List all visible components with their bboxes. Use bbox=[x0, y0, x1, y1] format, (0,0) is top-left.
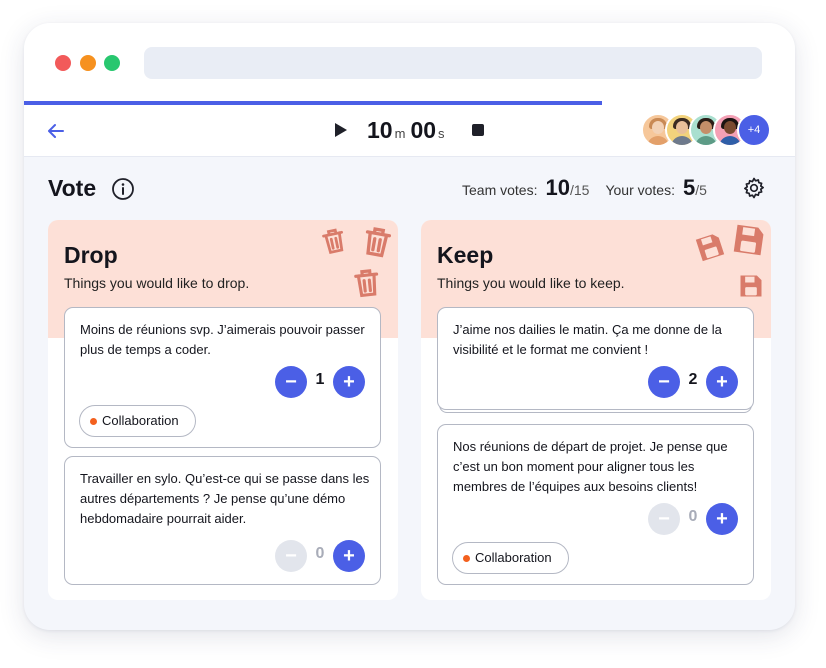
timer-seconds-unit: s bbox=[438, 126, 445, 141]
minimize-window-button[interactable] bbox=[80, 55, 96, 71]
your-votes-label: Your votes: bbox=[605, 182, 675, 198]
vote-minus-button[interactable]: − bbox=[648, 366, 680, 398]
vote-stepper: − 0 + bbox=[648, 503, 738, 535]
vote-count: 1 bbox=[315, 371, 325, 388]
vote-stepper: − 2 + bbox=[648, 366, 738, 398]
info-icon[interactable] bbox=[111, 177, 135, 201]
column-subtitle: Things you would like to keep. bbox=[437, 275, 625, 291]
timer-minutes-unit: m bbox=[394, 126, 406, 141]
card-text: J’aime nos dailies le matin. Ça me donne… bbox=[453, 322, 722, 357]
save-icon bbox=[733, 224, 764, 256]
card-text: Moins de réunions svp. J’aimerais pouvoi… bbox=[80, 322, 365, 357]
vote-plus-button[interactable]: + bbox=[333, 366, 365, 398]
trash-icon bbox=[365, 227, 392, 258]
vote-plus-button[interactable]: + bbox=[333, 540, 365, 572]
column-title: Keep bbox=[437, 242, 494, 268]
stop-icon[interactable] bbox=[472, 124, 484, 136]
minus-icon: − bbox=[285, 544, 297, 567]
save-icon bbox=[740, 275, 762, 297]
settings-icon[interactable] bbox=[742, 176, 766, 200]
vote-minus-button[interactable]: − bbox=[275, 366, 307, 398]
team-votes-total: /15 bbox=[569, 182, 590, 198]
minus-icon: − bbox=[658, 507, 670, 530]
save-icon bbox=[695, 234, 725, 262]
play-icon[interactable] bbox=[333, 121, 349, 139]
feedback-card[interactable]: J’aime nos dailies le matin. Ça me donne… bbox=[437, 307, 754, 410]
plus-icon: + bbox=[343, 370, 355, 393]
plus-icon: + bbox=[343, 544, 355, 567]
vote-stepper: − 1 + bbox=[275, 366, 365, 398]
vote-count: 0 bbox=[315, 545, 325, 562]
vote-minus-button[interactable]: − bbox=[648, 503, 680, 535]
feedback-card[interactable]: Nos réunions de départ de projet. Je pen… bbox=[437, 424, 754, 585]
plus-icon: + bbox=[716, 370, 728, 393]
tag-chip[interactable]: Collaboration bbox=[79, 405, 196, 437]
trash-icon bbox=[322, 228, 344, 254]
timer-seconds: 00 bbox=[410, 117, 437, 143]
trash-icon bbox=[354, 269, 379, 298]
maximize-window-button[interactable] bbox=[104, 55, 120, 71]
more-participants-badge[interactable]: +4 bbox=[737, 113, 771, 147]
tag-label: Collaboration bbox=[475, 550, 552, 565]
tag-dot bbox=[463, 555, 470, 562]
participant-avatars[interactable]: +4 bbox=[641, 113, 775, 147]
minus-icon: − bbox=[285, 370, 297, 393]
keep-column: Keep Things you would like to keep. J’ai… bbox=[421, 220, 771, 600]
vote-plus-button[interactable]: + bbox=[706, 366, 738, 398]
vote-plus-button[interactable]: + bbox=[706, 503, 738, 535]
your-votes-count: 5 bbox=[682, 175, 696, 200]
page-title: Vote bbox=[48, 175, 97, 201]
card-text: Travailler en sylo. Qu’est-ce qui se pas… bbox=[80, 471, 370, 526]
minus-icon: − bbox=[658, 370, 670, 393]
tag-label: Collaboration bbox=[102, 413, 179, 428]
your-votes-total: /5 bbox=[695, 182, 707, 198]
feedback-card[interactable]: Moins de réunions svp. J’aimerais pouvoi… bbox=[64, 307, 381, 448]
close-window-button[interactable] bbox=[55, 55, 71, 71]
vote-minus-button[interactable]: − bbox=[275, 540, 307, 572]
tag-chip[interactable]: Collaboration bbox=[452, 542, 569, 574]
drop-column: Drop Things you would like to drop. Moin… bbox=[48, 220, 398, 600]
browser-chrome bbox=[24, 23, 795, 103]
vote-stepper: − 0 + bbox=[275, 540, 365, 572]
team-votes-count: 10 bbox=[545, 175, 570, 200]
timer-minutes: 10 bbox=[367, 117, 393, 143]
team-votes-label: Team votes: bbox=[462, 182, 538, 198]
tag-dot bbox=[90, 418, 97, 425]
card-text: Nos réunions de départ de projet. Je pen… bbox=[453, 439, 728, 494]
address-bar[interactable] bbox=[144, 47, 762, 79]
plus-icon: + bbox=[716, 507, 728, 530]
timer-display: 10 m 00 s bbox=[367, 117, 450, 145]
column-title: Drop bbox=[64, 242, 118, 268]
vote-count: 0 bbox=[688, 508, 698, 525]
feedback-card[interactable]: Travailler en sylo. Qu’est-ce qui se pas… bbox=[64, 456, 381, 585]
vote-count: 2 bbox=[688, 371, 698, 388]
app-window: 10 m 00 s +4 Vote Team votes: 10/15 Your vote… bbox=[24, 23, 795, 630]
arrow-left-icon[interactable] bbox=[44, 119, 68, 143]
vote-stats: Team votes: 10/15 Your votes: 5/5 bbox=[462, 175, 707, 205]
column-subtitle: Things you would like to drop. bbox=[64, 275, 250, 291]
session-toolbar: 10 m 00 s +4 bbox=[24, 105, 795, 157]
